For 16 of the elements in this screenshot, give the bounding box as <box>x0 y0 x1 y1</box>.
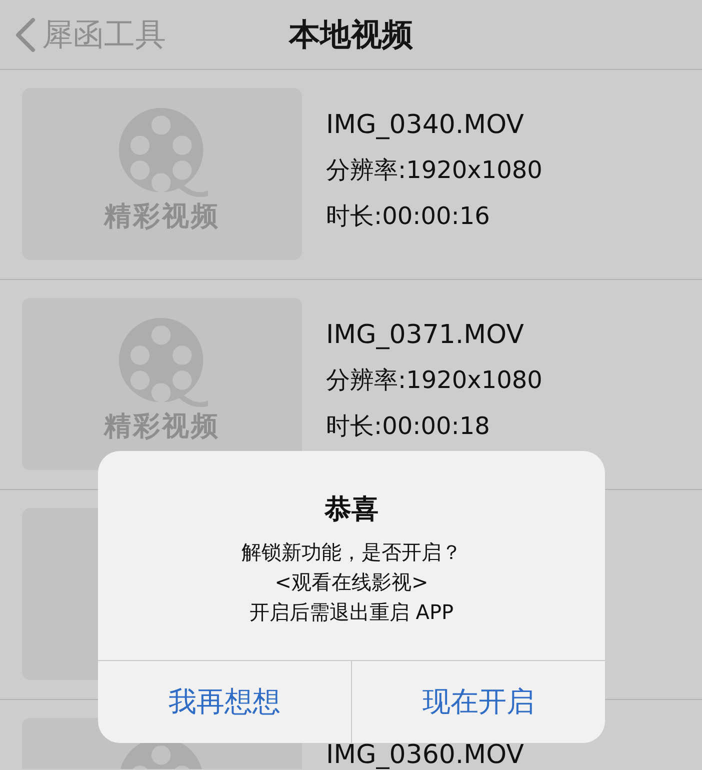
resolution-text: 分辨率:1920x1080 <box>326 156 542 184</box>
dialog-message: <观看在线影视> <box>274 569 428 595</box>
back-button[interactable]: 犀函工具 <box>14 14 166 56</box>
duration-text: 时长:00:00:16 <box>326 202 491 230</box>
dialog-title: 恭喜 <box>324 493 378 527</box>
chevron-left-icon <box>14 16 36 52</box>
dialog-button[interactable]: 现在开启 <box>351 661 605 743</box>
duration-text: 时长:00:00:18 <box>326 412 491 440</box>
dialog-message: 开启后需退出重启 APP <box>249 599 454 625</box>
file-name: IMG_0340.MOV <box>326 112 525 138</box>
dialog-button[interactable]: 我再想想 <box>98 661 351 743</box>
file-name: IMG_0371.MOV <box>326 322 525 348</box>
resolution-text: 分辨率:1920x1080 <box>326 366 542 394</box>
file-name: IMG_0360.MOV <box>326 742 524 768</box>
screen-title: 本地视频 <box>289 16 413 52</box>
dialog-message: 解锁新功能，是否开启？ <box>242 539 462 565</box>
